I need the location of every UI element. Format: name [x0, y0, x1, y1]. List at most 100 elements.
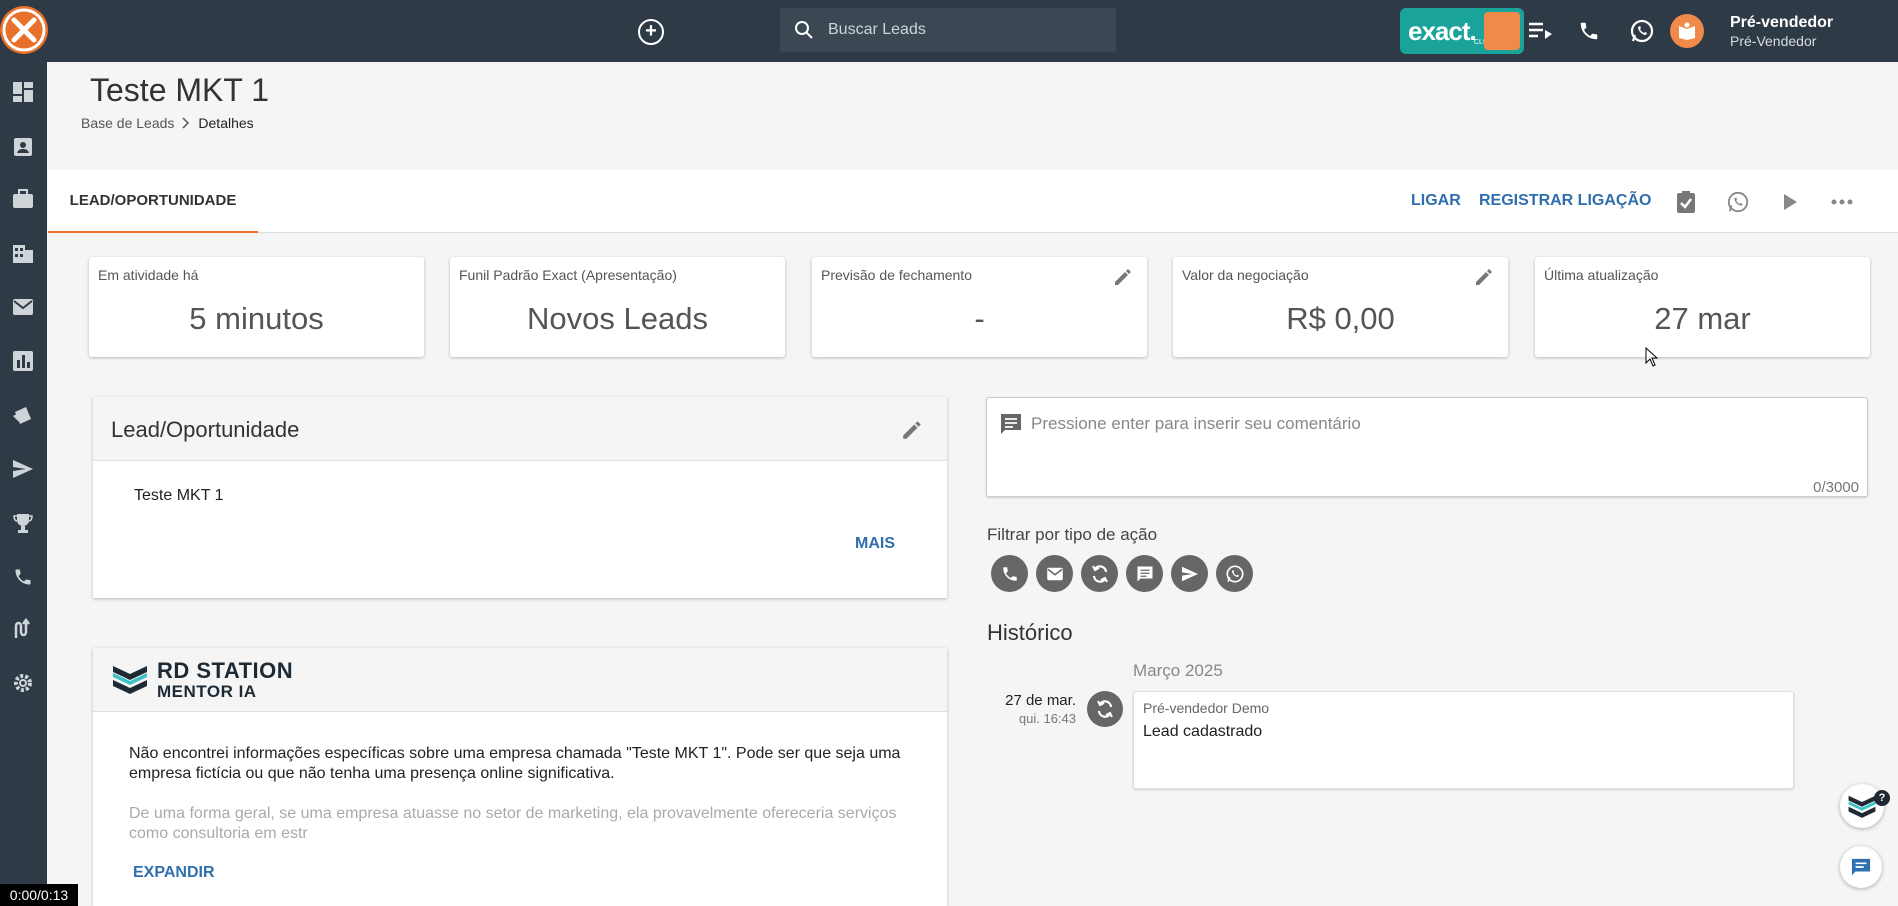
history-text: Lead cadastrado — [1143, 723, 1263, 740]
card-label: Valor da negociação — [1182, 267, 1309, 283]
ai-summary-text-faded: De uma forma geral, se uma empresa atuas… — [129, 805, 897, 842]
briefcase-icon[interactable] — [8, 184, 38, 214]
comment-counter: 0/3000 — [1813, 479, 1859, 496]
building-icon[interactable] — [8, 238, 38, 268]
card-value: 27 mar — [1654, 301, 1751, 336]
mail-icon[interactable] — [8, 292, 38, 322]
playlist-icon[interactable] — [1527, 18, 1553, 44]
rd-brand-line1: RD STATION — [157, 658, 294, 683]
card-closing-forecast: Previsão de fechamento - — [812, 257, 1147, 357]
rd-mentor-panel: RD STATION MENTOR IA Não encontrei infor… — [93, 648, 947, 906]
club-badge-icon — [1484, 12, 1520, 50]
search-bar[interactable] — [780, 8, 1116, 52]
card-value: - — [974, 301, 985, 336]
route-icon[interactable] — [8, 614, 38, 644]
history-month: Março 2025 — [1133, 661, 1223, 680]
rd-brand-line2: MENTOR IA — [157, 682, 257, 701]
panel-header: Lead/Oportunidade — [93, 397, 947, 461]
chat-float-button[interactable] — [1840, 846, 1882, 888]
history-date: 27 de mar. — [1005, 692, 1076, 709]
edit-icon[interactable] — [1474, 267, 1494, 292]
panel-title: Lead/Oportunidade — [111, 417, 300, 442]
chevron-right-icon — [182, 117, 190, 129]
whatsapp-icon[interactable] — [1724, 188, 1752, 216]
exact-club-button[interactable]: exact. CLUB — [1400, 8, 1524, 54]
card-value: 5 minutos — [189, 301, 324, 336]
help-icon: ? — [1874, 790, 1890, 806]
comment-icon — [1001, 414, 1021, 434]
add-icon[interactable]: + — [638, 19, 664, 45]
rd-mentor-float-button[interactable]: ? — [1840, 784, 1890, 828]
breadcrumb: Base de Leads Detalhes — [81, 115, 254, 131]
card-label: Última atualização — [1544, 267, 1659, 283]
breadcrumb-current: Detalhes — [198, 115, 254, 131]
history-time: qui. 16:43 — [1018, 711, 1076, 726]
card-label: Funil Padrão Exact (Apresentação) — [459, 267, 677, 283]
breadcrumb-base-leads[interactable]: Base de Leads — [81, 115, 174, 131]
filter-comment-icon[interactable] — [1126, 555, 1163, 592]
chat-icon — [1851, 858, 1871, 876]
card-label: Previsão de fechamento — [821, 267, 972, 283]
edit-icon[interactable] — [901, 419, 923, 446]
card-activity-time: Em atividade há 5 minutos — [89, 257, 424, 357]
card-value: Novos Leads — [527, 301, 708, 336]
page-title: Teste MKT 1 — [90, 72, 270, 108]
card-label: Em atividade há — [98, 267, 199, 283]
mouse-cursor-icon — [1645, 347, 1659, 367]
logo-icon — [2, 8, 46, 52]
contacts-icon[interactable] — [8, 131, 38, 161]
card-deal-value: Valor da negociação R$ 0,00 — [1173, 257, 1508, 357]
card-funnel-stage[interactable]: Funil Padrão Exact (Apresentação) Novos … — [450, 257, 785, 357]
reports-icon[interactable] — [8, 346, 38, 376]
user-role: Pré-Vendedor — [1730, 33, 1817, 49]
lead-name: Teste MKT 1 — [134, 487, 224, 504]
sidebar — [0, 62, 47, 906]
whatsapp-icon[interactable] — [1629, 18, 1655, 44]
filter-label: Filtrar por tipo de ação — [987, 525, 1158, 544]
filter-phone-icon[interactable] — [991, 555, 1028, 592]
filter-whatsapp-icon[interactable] — [1216, 555, 1253, 592]
tab-bar: LEAD/OPORTUNIDADE LIGAR REGISTRAR LIGAÇÃ… — [48, 170, 1898, 233]
tab-lead-oportunidade[interactable]: LEAD/OPORTUNIDADE — [48, 170, 258, 233]
search-icon — [795, 21, 813, 39]
filter-email-icon[interactable] — [1036, 555, 1073, 592]
rd-station-logo-icon — [113, 666, 147, 694]
app-logo[interactable] — [0, 6, 48, 54]
expand-button[interactable]: EXPANDIR — [133, 864, 215, 882]
exact-brand-text: exact. — [1408, 15, 1477, 46]
task-check-icon[interactable] — [1672, 188, 1700, 216]
more-options-icon[interactable] — [1828, 188, 1856, 216]
comment-box: 0/3000 — [986, 397, 1868, 497]
more-button[interactable]: MAIS — [855, 535, 895, 553]
history-author: Pré-vendedor Demo — [1143, 700, 1270, 716]
settings-icon[interactable] — [8, 668, 38, 698]
top-bar: + exact. CLUB Pré-vendedor Pré-Vendedor — [0, 0, 1898, 62]
dashboard-icon[interactable] — [8, 77, 38, 107]
send-icon[interactable] — [8, 454, 38, 484]
card-value: R$ 0,00 — [1286, 301, 1395, 336]
edit-icon[interactable] — [1113, 267, 1133, 292]
panel-header: RD STATION MENTOR IA — [93, 648, 947, 712]
video-timer: 0:00/0:13 — [0, 884, 78, 906]
book-icon — [1679, 22, 1695, 40]
trophy-icon[interactable] — [8, 508, 38, 538]
lead-panel: Lead/Oportunidade Teste MKT 1 MAIS — [93, 397, 947, 598]
history-entry: Pré-vendedor Demo Lead cadastrado — [1133, 691, 1794, 789]
phone-icon[interactable] — [8, 562, 38, 592]
cards-icon[interactable] — [8, 400, 38, 430]
user-avatar[interactable] — [1670, 14, 1704, 48]
history-title: Histórico — [987, 620, 1073, 645]
card-last-update: Última atualização 27 mar — [1535, 257, 1870, 357]
history-sync-icon — [1087, 691, 1123, 727]
comment-input[interactable] — [1031, 414, 1831, 474]
user-name[interactable]: Pré-vendedor — [1730, 14, 1833, 32]
phone-icon[interactable] — [1576, 18, 1602, 44]
filter-send-icon[interactable] — [1171, 555, 1208, 592]
play-icon[interactable] — [1776, 188, 1804, 216]
ai-summary-text: Não encontrei informações específicas so… — [129, 745, 901, 782]
filter-sync-icon[interactable] — [1081, 555, 1118, 592]
rd-station-logo-icon — [1848, 795, 1876, 818]
register-call-button[interactable]: REGISTRAR LIGAÇÃO — [1479, 192, 1651, 210]
call-button[interactable]: LIGAR — [1411, 192, 1461, 210]
search-input[interactable] — [828, 21, 1088, 39]
